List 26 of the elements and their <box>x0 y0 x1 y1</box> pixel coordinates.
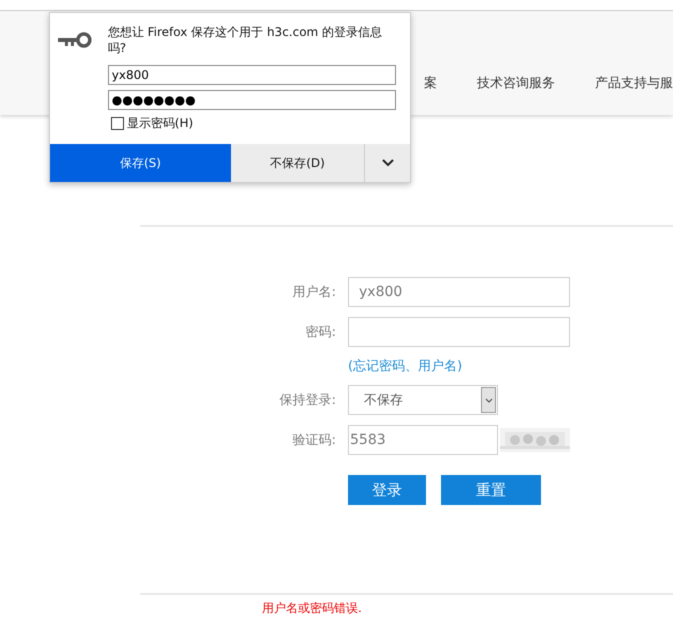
login-button[interactable]: 登录 <box>348 475 426 505</box>
password-field[interactable] <box>348 317 570 347</box>
username-field[interactable]: yx800 <box>348 277 570 307</box>
error-message: 用户名或密码错误. <box>262 600 363 617</box>
field-label: 用户名: <box>292 284 336 301</box>
field-label: 验证码: <box>292 432 336 449</box>
caret-icon <box>484 398 492 402</box>
popup-message: 您想让 Firefox 保存这个用于 h3c.com 的登录信息吗? <box>108 24 384 56</box>
reset-button[interactable]: 重置 <box>441 475 541 505</box>
chevron-down-icon <box>382 159 394 167</box>
nav-item[interactable]: 产品支持与服 <box>595 74 673 92</box>
keep-login-select[interactable]: 不保存 <box>348 385 498 415</box>
checkbox[interactable] <box>110 117 124 130</box>
popup-username-field[interactable]: yx800 <box>108 65 396 85</box>
nav-item[interactable]: 技术咨询服务 <box>477 74 555 92</box>
checkbox-label: 显示密码(H) <box>126 115 194 132</box>
captcha-field[interactable]: 5583 <box>348 425 498 455</box>
dont-save-button[interactable]: 不保存(D) <box>231 144 364 182</box>
popup-password-field[interactable]: ●●●●●●●● <box>108 90 396 110</box>
key-icon <box>58 32 92 48</box>
dropdown-button[interactable] <box>364 144 410 182</box>
field-label: 密码: <box>304 324 336 341</box>
nav-item[interactable]: 案 <box>424 74 437 92</box>
save-button[interactable]: 保存(S) <box>50 144 231 182</box>
field-label: 保持登录: <box>278 392 336 409</box>
forgot-password-link[interactable]: (忘记密码、用户名) <box>348 357 673 375</box>
